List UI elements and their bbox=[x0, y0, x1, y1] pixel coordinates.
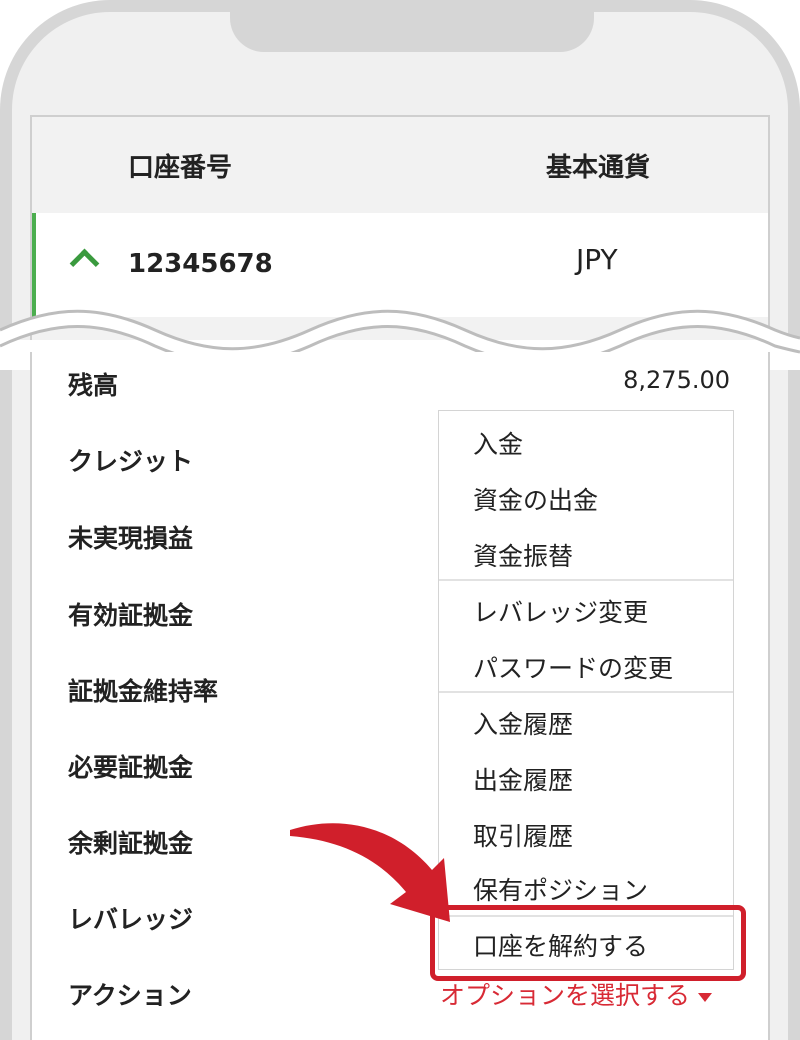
menu-item-change-leverage[interactable]: レバレッジ変更 bbox=[473, 593, 648, 629]
action-label: アクション bbox=[68, 981, 192, 1010]
menu-item-change-password[interactable]: パスワードの変更 bbox=[473, 649, 673, 685]
menu-item-deposit-history[interactable]: 入金履歴 bbox=[473, 705, 573, 741]
balance-value: 8,275.00 bbox=[623, 366, 730, 394]
caret-down-icon bbox=[698, 992, 713, 1002]
menu-item-withdraw-history[interactable]: 出金履歴 bbox=[473, 761, 573, 797]
menu-item-transfer[interactable]: 資金振替 bbox=[473, 537, 573, 573]
required-margin-label: 必要証拠金 bbox=[68, 753, 194, 782]
header-base-currency: 基本通貨 bbox=[546, 153, 651, 183]
menu-item-open-positions[interactable]: 保有ポジション bbox=[473, 871, 648, 907]
account-currency: JPY bbox=[576, 243, 618, 276]
menu-separator bbox=[439, 691, 733, 693]
action-dropdown-menu: 入金 資金の出金 資金振替 レバレッジ変更 パスワードの変更 入金履歴 出金履歴… bbox=[438, 410, 734, 970]
action-select-text: オプションを選択する bbox=[440, 981, 691, 1006]
action-select[interactable]: オプションを選択する bbox=[440, 976, 713, 1006]
close-account-highlight bbox=[430, 905, 746, 981]
menu-separator bbox=[439, 579, 733, 581]
margin-level-label: 証拠金維持率 bbox=[68, 677, 219, 706]
unrealized-pl-label: 未実現損益 bbox=[68, 524, 194, 553]
leverage-label: レバレッジ bbox=[68, 905, 194, 934]
table-header: 口座番号 基本通貨 bbox=[32, 117, 768, 215]
account-number: 12345678 bbox=[128, 249, 273, 279]
menu-item-trade-history[interactable]: 取引履歴 bbox=[473, 817, 573, 853]
phone-notch bbox=[230, 12, 594, 52]
free-margin-label: 余剰証拠金 bbox=[68, 829, 194, 858]
pointer-arrow-icon bbox=[290, 823, 450, 922]
menu-item-deposit[interactable]: 入金 bbox=[473, 425, 523, 461]
equity-label: 有効証拠金 bbox=[68, 601, 194, 630]
menu-item-withdraw[interactable]: 資金の出金 bbox=[473, 481, 598, 517]
header-account-number: 口座番号 bbox=[128, 153, 233, 183]
credit-label: クレジット bbox=[68, 447, 194, 476]
chevron-up-icon[interactable] bbox=[69, 248, 100, 279]
balance-label: 残高 bbox=[68, 371, 119, 400]
